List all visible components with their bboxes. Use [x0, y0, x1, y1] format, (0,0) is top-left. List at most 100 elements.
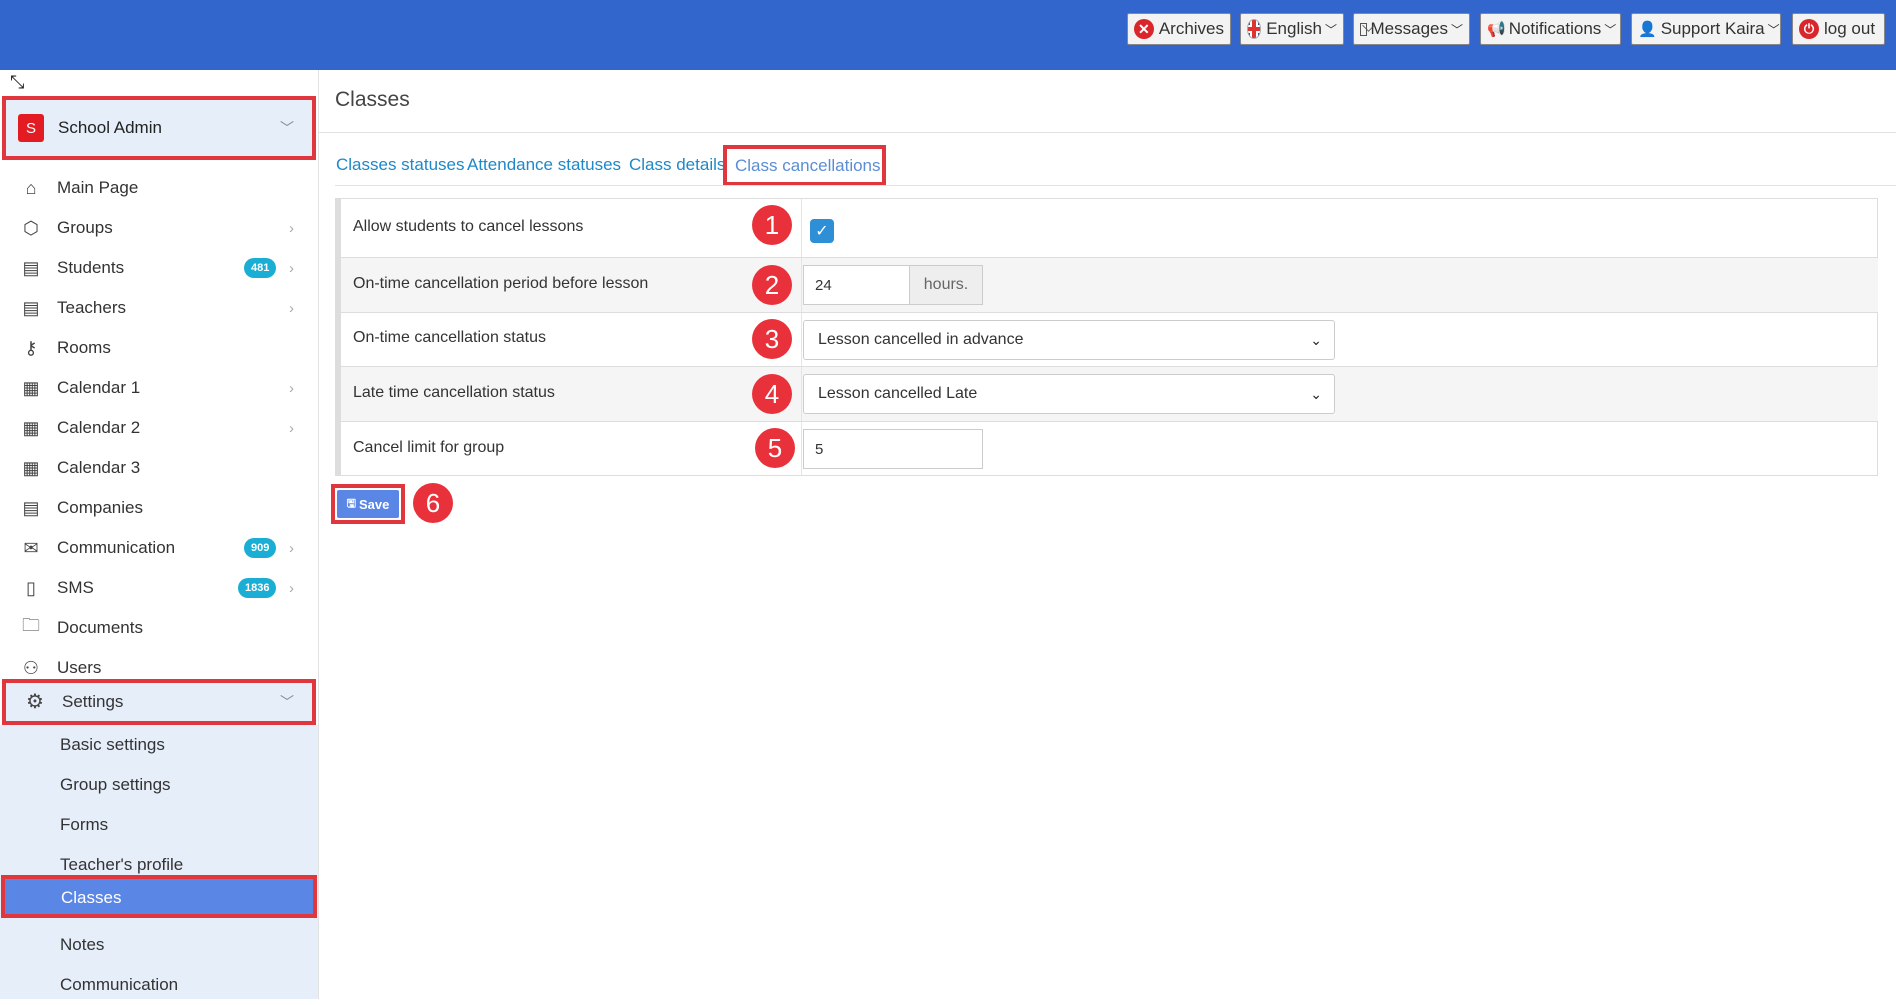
chevron-down-icon: ﹀	[1450, 22, 1463, 37]
sidebar-item-calendar-2[interactable]: ▦ Calendar 2 ›	[0, 408, 318, 448]
notifications-dropdown[interactable]: 📢 Notifications ﹀	[1480, 13, 1621, 45]
calendar-icon: ▦	[22, 377, 40, 398]
sidebar-item-documents[interactable]: 🗀 Documents	[0, 608, 318, 648]
id-card-icon: ▤	[22, 497, 40, 518]
step-marker-3: 3	[752, 319, 792, 359]
user-dropdown[interactable]: 👤 Support Kaira ﹀	[1631, 13, 1781, 45]
sidebar-item-communication[interactable]: ✉ Communication 909 ›	[0, 528, 318, 568]
chevron-right-icon: ›	[289, 579, 294, 597]
cancellation-settings-form: Allow students to cancel lessons 1 ✓ On-…	[335, 198, 1878, 476]
messages-dropdown[interactable]: Messages ﹀	[1353, 13, 1470, 45]
sidebar-item-sms[interactable]: ▯ SMS 1836 ›	[0, 568, 318, 608]
sidebar-item-groups[interactable]: ⬡ Groups ›	[0, 208, 318, 248]
sidebar-item-settings[interactable]: ⚙ Settings ﹀	[2, 679, 316, 725]
form-row-cancel-limit: Cancel limit for group 5 5	[341, 422, 1878, 475]
chevron-down-icon: ﹀	[280, 694, 294, 710]
tab-class-details[interactable]: Class details	[629, 155, 725, 175]
mobile-icon: ▯	[26, 577, 36, 598]
cancel-limit-label: Cancel limit for group	[353, 439, 505, 456]
school-name: School Admin	[58, 118, 162, 137]
form-row-allow-cancel: Allow students to cancel lessons 1 ✓	[341, 199, 1878, 258]
late-status-select[interactable]: Lesson cancelled Late ⌄	[803, 374, 1335, 414]
submenu-item-notes[interactable]: Notes	[0, 925, 318, 965]
language-label: English	[1266, 19, 1322, 38]
sidebar-item-main-page[interactable]: ⌂ Main Page	[0, 168, 318, 208]
students-count-badge: 481	[244, 258, 277, 278]
step-marker-6: 6	[413, 483, 453, 523]
tab-attendance-statuses[interactable]: Attendance statuses	[467, 155, 621, 175]
envelope-icon	[1360, 22, 1367, 36]
on-time-status-label: On-time cancellation status	[353, 329, 546, 346]
sms-count-badge: 1836	[238, 578, 277, 598]
folder-icon: 🗀	[22, 615, 40, 635]
step-marker-1: 1	[752, 205, 792, 245]
chevron-down-icon: ﹀	[280, 120, 294, 136]
step-marker-4: 4	[752, 374, 792, 414]
collapse-sidebar-icon[interactable]: ⤡	[10, 72, 24, 93]
language-dropdown[interactable]: English ﹀	[1240, 13, 1344, 45]
late-status-label: Late time cancellation status	[353, 384, 555, 401]
cancel-limit-input[interactable]: 5	[803, 429, 983, 469]
id-card-icon: ▤	[22, 257, 40, 278]
sidebar-item-rooms[interactable]: ⚷ Rooms	[0, 328, 318, 368]
chevron-right-icon: ›	[289, 379, 294, 397]
school-selector[interactable]: S School Admin ﹀	[2, 96, 316, 160]
uk-flag-icon	[1247, 19, 1262, 39]
allow-cancel-label: Allow students to cancel lessons	[353, 218, 584, 235]
logout-button[interactable]: ⏻ log out	[1792, 13, 1885, 45]
cube-icon: ⬡	[23, 217, 39, 238]
submenu-item-basic-settings[interactable]: Basic settings	[0, 725, 318, 765]
submenu-item-forms[interactable]: Forms	[0, 805, 318, 845]
envelope-icon: ✉	[23, 537, 39, 558]
page-title: Classes	[335, 88, 410, 111]
messages-label: Messages	[1370, 19, 1448, 38]
submenu-item-communication[interactable]: Communication	[0, 965, 318, 1005]
chevron-down-icon: ﹀	[1604, 22, 1617, 37]
form-row-cancellation-period: On-time cancellation period before lesso…	[341, 258, 1878, 313]
chevron-down-icon: ﹀	[1324, 22, 1337, 37]
user-icon: ⚇	[22, 657, 40, 678]
chevron-right-icon: ›	[289, 419, 294, 437]
top-bar: ✕ Archives English ﹀ Messages ﹀ 📢 Notifi…	[0, 0, 1896, 70]
calendar-icon: ▦	[22, 457, 40, 478]
floppy-disk-icon: 🖫	[346, 497, 356, 510]
hours-addon: hours.	[910, 265, 983, 305]
home-icon: ⌂	[25, 177, 37, 198]
archives-button[interactable]: ✕ Archives	[1127, 13, 1231, 45]
divider	[335, 185, 1896, 186]
sidebar-item-calendar-1[interactable]: ▦ Calendar 1 ›	[0, 368, 318, 408]
close-circle-icon: ✕	[1134, 19, 1154, 39]
sidebar-item-calendar-3[interactable]: ▦ Calendar 3	[0, 448, 318, 488]
logout-label: log out	[1824, 19, 1876, 38]
chevron-right-icon: ›	[289, 219, 294, 237]
step-marker-5: 5	[755, 428, 795, 468]
sidebar-item-companies[interactable]: ▤ Companies	[0, 488, 318, 528]
submenu-item-group-settings[interactable]: Group settings	[0, 765, 318, 805]
settings-submenu: Basic settings Group settings Forms Teac…	[0, 725, 318, 999]
school-badge: S	[18, 114, 44, 142]
sidebar-item-students[interactable]: ▤ Students 481 ›	[0, 248, 318, 288]
save-button[interactable]: 🖫 Save	[337, 490, 399, 518]
user-label: Support Kaira	[1660, 19, 1765, 38]
archives-label: Archives	[1158, 19, 1224, 38]
chevron-right-icon: ›	[289, 299, 294, 317]
id-card-icon: ▤	[22, 297, 40, 318]
user-icon: 👤	[1638, 21, 1657, 38]
cancellation-period-input[interactable]: 24	[803, 265, 910, 305]
step-marker-2: 2	[752, 265, 792, 305]
submenu-item-classes[interactable]: Classes	[1, 875, 317, 918]
gear-icon: ⚙	[26, 691, 44, 713]
tab-classes-statuses[interactable]: Classes statuses	[336, 155, 465, 175]
cancellation-period-label: On-time cancellation period before lesso…	[353, 275, 649, 292]
megaphone-icon: 📢	[1487, 21, 1506, 38]
form-row-late-status: Late time cancellation status 4 Lesson c…	[341, 367, 1878, 422]
form-row-on-time-status: On-time cancellation status 3 Lesson can…	[341, 313, 1878, 367]
chevron-down-icon: ⌄	[1310, 385, 1322, 402]
on-time-status-select[interactable]: Lesson cancelled in advance ⌄	[803, 320, 1335, 360]
calendar-icon: ▦	[22, 417, 40, 438]
divider	[318, 132, 1896, 133]
allow-cancel-checkbox[interactable]: ✓	[810, 219, 834, 243]
sidebar-item-teachers[interactable]: ▤ Teachers ›	[0, 288, 318, 328]
tab-class-cancellations[interactable]: Class cancellations	[723, 145, 886, 186]
notifications-label: Notifications	[1508, 19, 1602, 38]
